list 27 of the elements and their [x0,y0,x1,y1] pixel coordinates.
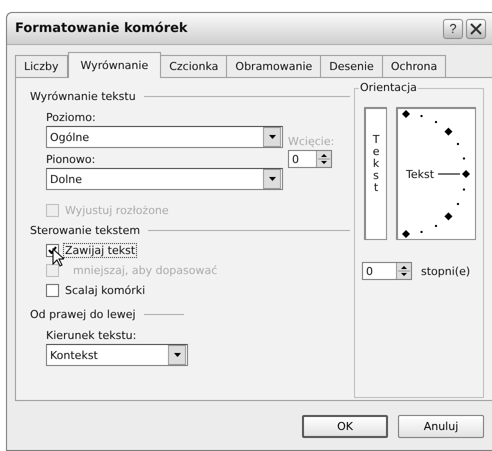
group-heading: Sterowanie tekstem [30,224,140,236]
dialog-button[interactable]: Anuluj [398,415,484,438]
orientation-dial[interactable]: Tekst [396,107,476,240]
tab[interactable]: Liczby [15,55,68,77]
field-label: stopni(e) [421,264,470,278]
group-heading: Orientacja [359,81,418,94]
help-button[interactable]: ? [443,18,463,38]
dropdown[interactable]: Dolne [46,168,283,190]
group-heading: Wyrównanie tekstu [30,90,136,102]
dialog-button[interactable]: OK [302,415,388,438]
spin-field[interactable]: 0 [362,262,412,280]
checkbox-label[interactable]: Zawijaj tekst [64,244,136,256]
field-label: Poziomo: [45,110,97,126]
tab[interactable]: Desenie [321,55,383,77]
tab[interactable]: Ochrona [382,55,446,77]
vertical-text-button[interactable]: Tekst [364,107,387,240]
dropdown[interactable]: Kontekst [46,344,188,366]
tab[interactable]: Wyrównanie [68,52,162,78]
window-title: Formatowanie komórek [15,21,189,36]
field-label: Kierunek tekstu: [45,328,138,344]
group-heading: Od prawej do lewej [30,308,136,320]
tab[interactable]: Obramowanie [227,55,322,77]
field-label: Pionowo: [45,152,96,168]
field-label: Wcięcie: [288,134,334,150]
tab[interactable]: Czcionka [161,55,228,77]
dropdown[interactable]: Ogólne [46,126,283,148]
checkbox-label[interactable]: Scalaj komórki [64,284,146,296]
